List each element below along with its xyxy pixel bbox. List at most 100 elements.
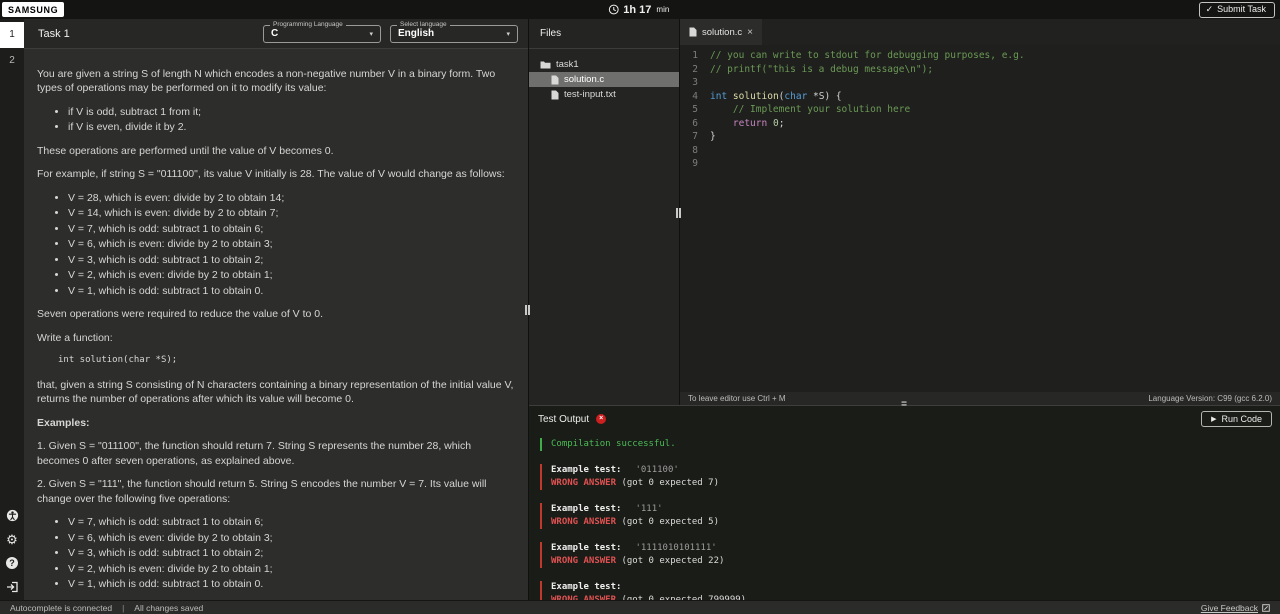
programming-language-label: Programming Language [270,21,346,28]
description-list: V = 28, which is even: divide by 2 to ob… [37,191,515,298]
line-number: 3 [680,76,710,90]
code-line-content: return 0; [710,117,784,131]
programming-language-value: C [271,28,278,39]
line-number: 1 [680,49,710,63]
description-paragraph: Examples: [37,416,515,430]
test-output-resize-handle[interactable]: = [901,400,907,410]
description-bullet: V = 3, which is odd: subtract 1 to obtai… [68,546,515,560]
line-number: 4 [680,90,710,104]
run-code-label: Run Code [1221,414,1262,424]
description-bullet: V = 7, which is odd: subtract 1 to obtai… [68,515,515,529]
rail-icons: ⚙ ? [0,508,24,594]
description-list: if V is odd, subtract 1 from it;if V is … [37,105,515,135]
code-line-content: } [710,130,716,144]
tree-item-label: solution.c [564,74,604,85]
submit-task-button[interactable]: ✓ Submit Task [1199,2,1275,18]
compilation-result: Compilation successful. [540,438,1268,451]
line-number: 5 [680,103,710,117]
task-files-divider-handle[interactable] [525,305,530,315]
test-output-panel: = Test Output × ▶ Run Code Compilation s… [528,405,1280,600]
clock-icon [608,4,619,15]
tree-item-label: task1 [556,59,579,70]
timer-value: 1h 17 [623,4,651,16]
code-line: 1// you can write to stdout for debuggin… [680,49,1280,63]
accessibility-icon[interactable] [5,508,19,522]
save-status: All changes saved [134,603,203,613]
description-paragraph: 2. Given S = "111", the function should … [37,477,515,506]
files-panel: Files task1 solution.c test-input.txt [529,19,679,405]
editor-tab-solution-c[interactable]: solution.c × [680,19,762,45]
description-bullet: V = 6, which is even: divide by 2 to obt… [68,531,515,545]
tree-file-test-input.txt[interactable]: test-input.txt [529,87,679,102]
test-case-result: Example test:'011100'WRONG ANSWER (got 0… [540,464,1268,490]
select-language-value: English [398,28,434,39]
description-paragraph: You are given a string S of length N whi… [37,67,515,96]
tree-item-label: test-input.txt [564,89,616,100]
folder-icon [540,60,551,69]
file-icon [689,27,697,37]
run-code-button[interactable]: ▶ Run Code [1201,411,1272,427]
timer: 1h 17min [608,4,669,16]
task-header: Task 1 Programming Language C ▾ Select l… [24,19,528,49]
code-line: 6 return 0; [680,117,1280,131]
code-line-content: int solution(char *S) { [710,90,842,104]
file-icon [551,75,559,85]
description-bullet: V = 28, which is even: divide by 2 to ob… [68,191,515,205]
line-number: 2 [680,63,710,77]
tree-file-solution.c[interactable]: solution.c [529,72,679,87]
test-output-title: Test Output [538,414,589,425]
code-line: 2// printf("this is a debug message\n"); [680,63,1280,77]
files-panel-title: Files [529,19,679,49]
task-tab-1[interactable]: 1 [0,22,24,48]
tree-folder-task1[interactable]: task1 [529,57,679,72]
description-paragraph: Write a function: [37,331,515,345]
logout-icon[interactable] [5,580,19,594]
description-bullet: V = 1, which is odd: subtract 1 to obtai… [68,284,515,298]
file-tree: task1 solution.c test-input.txt [529,49,679,102]
editor-escape-hint: To leave editor use Ctrl + M [688,394,786,403]
task-tab-2[interactable]: 2 [0,48,24,74]
samsung-logo: SAMSUNG [2,2,64,17]
close-icon[interactable]: × [747,27,753,38]
task-files-divider [528,19,529,600]
code-line: 7} [680,130,1280,144]
editor-footer: To leave editor use Ctrl + M Language Ve… [680,392,1280,405]
submit-task-label: Submit Task [1217,4,1266,14]
code-line: 4int solution(char *S) { [680,90,1280,104]
description-bullet: V = 2, which is even: divide by 2 to obt… [68,268,515,282]
description-list: V = 7, which is odd: subtract 1 to obtai… [37,515,515,591]
select-language-dropdown[interactable]: Select language English ▾ [390,25,518,43]
help-icon[interactable]: ? [5,556,19,570]
file-icon [551,90,559,100]
status-separator: | [122,603,124,613]
chevron-down-icon: ▾ [488,30,510,38]
description-paragraph: that, given a string S consisting of N c… [37,378,515,407]
code-line: 3 [680,76,1280,90]
line-number: 7 [680,130,710,144]
settings-gear-icon[interactable]: ⚙ [5,532,19,546]
test-output-content: Compilation successful. Example test:'011… [528,429,1280,614]
description-paragraph: These operations are performed until the… [37,144,515,158]
give-feedback-link[interactable]: Give Feedback [1201,603,1258,613]
chevron-down-icon: ▾ [351,30,373,38]
language-version: Language Version: C99 (gcc 6.2.0) [1148,394,1272,403]
files-editor-divider-handle[interactable] [676,208,681,218]
task-panel: Task 1 Programming Language C ▾ Select l… [24,19,528,600]
description-bullet: V = 14, which is even: divide by 2 to ob… [68,206,515,220]
task-description[interactable]: You are given a string S of length N whi… [24,50,528,600]
description-bullet: V = 2, which is even: divide by 2 to obt… [68,562,515,576]
error-badge-icon: × [596,414,606,424]
feedback-icon [1262,604,1270,612]
code-line: 5 // Implement your solution here [680,103,1280,117]
description-code: int solution(char *S); [37,354,515,366]
select-language-label: Select language [397,21,450,28]
test-case-result: Example test:'111'WRONG ANSWER (got 0 ex… [540,503,1268,529]
status-bar: Autocomplete is connected | All changes … [0,600,1280,614]
task-rail: 1 2 ⚙ ? [0,19,24,600]
programming-language-dropdown[interactable]: Programming Language C ▾ [263,25,381,43]
check-icon: ✓ [1206,4,1214,15]
line-number: 6 [680,117,710,131]
code-area[interactable]: 1// you can write to stdout for debuggin… [680,45,1280,392]
description-paragraph: 1. Given S = "011100", the function shou… [37,439,515,468]
editor-tab-label: solution.c [702,27,742,38]
